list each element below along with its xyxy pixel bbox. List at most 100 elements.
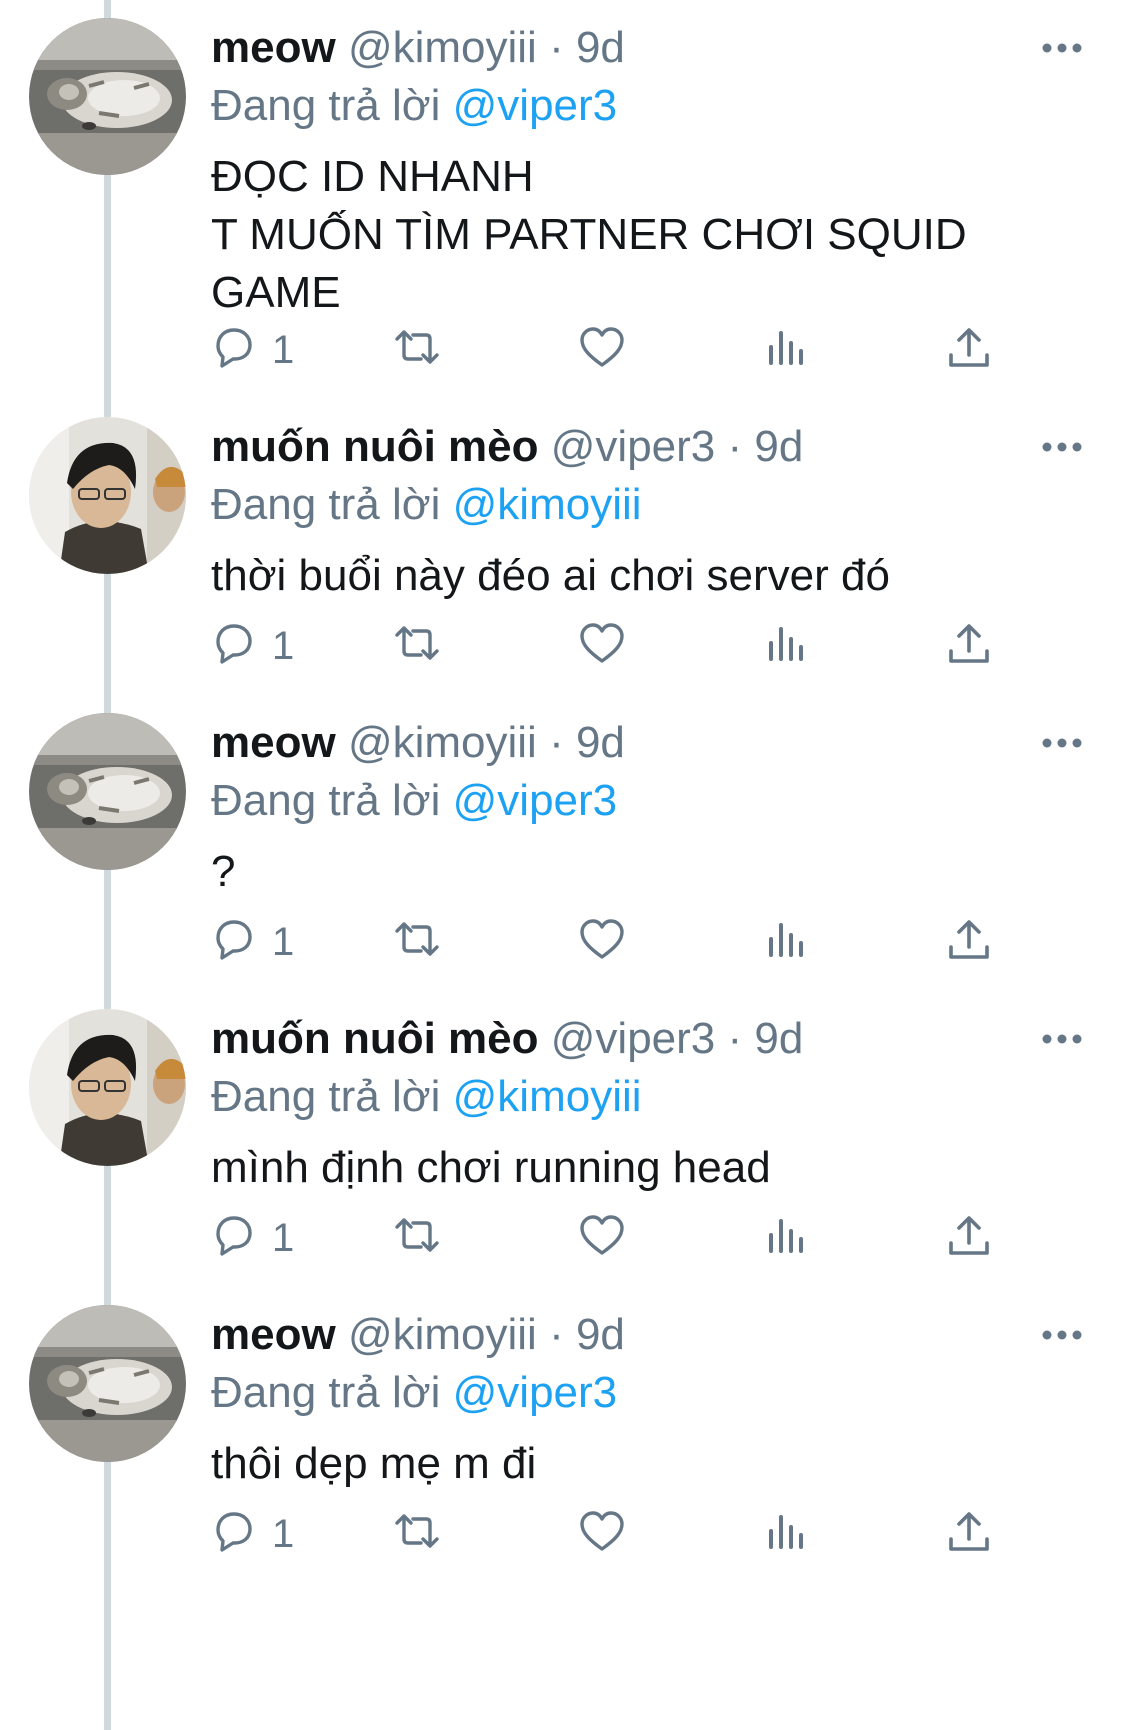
replying-to-label: Đang trả lời	[211, 1368, 441, 1417]
heart-icon	[578, 621, 626, 672]
tweet-text-line: thôi dẹp mẹ m đi	[211, 1439, 537, 1488]
retweet-button[interactable]	[393, 1504, 441, 1564]
separator-dot: ·	[549, 1310, 564, 1359]
tweet-header: meow @kimoyiii · 9d	[211, 18, 625, 78]
share-button[interactable]	[945, 1208, 993, 1268]
reply-button[interactable]: 1	[212, 1208, 294, 1268]
reply-icon	[212, 621, 260, 672]
separator-dot: ·	[727, 1014, 743, 1063]
like-button[interactable]	[578, 320, 626, 380]
more-options-icon[interactable]	[1040, 1025, 1084, 1053]
display-name[interactable]: meow	[211, 23, 336, 72]
username-handle[interactable]: @viper3	[551, 422, 716, 471]
timestamp[interactable]: 9d	[754, 422, 803, 471]
retweet-icon	[393, 1213, 441, 1264]
tweet-text: thời buổi này đéo ai chơi server đó	[211, 547, 1061, 605]
share-button[interactable]	[945, 616, 993, 676]
share-button[interactable]	[945, 912, 993, 972]
share-button[interactable]	[945, 320, 993, 380]
reply-count: 1	[272, 623, 295, 668]
share-icon	[945, 1213, 993, 1264]
share-button[interactable]	[945, 1504, 993, 1564]
display-name[interactable]: meow	[211, 1310, 336, 1359]
share-icon	[945, 1509, 993, 1560]
tweet-text-line: ?	[211, 847, 236, 896]
person-avatar[interactable]	[29, 1009, 186, 1166]
analytics-button[interactable]	[763, 616, 811, 676]
replying-to-label: Đang trả lời	[211, 480, 441, 529]
retweet-button[interactable]	[393, 616, 441, 676]
bar-chart-icon	[763, 1509, 811, 1560]
reply-count: 1	[272, 919, 295, 964]
more-options-icon[interactable]	[1040, 1321, 1084, 1349]
bar-chart-icon	[763, 325, 811, 376]
more-options-icon[interactable]	[1040, 729, 1084, 757]
username-handle[interactable]: @kimoyiii	[348, 1310, 537, 1359]
replying-to-line: Đang trả lời @viper3	[211, 76, 617, 136]
retweet-icon	[393, 621, 441, 672]
timestamp[interactable]: 9d	[576, 23, 625, 72]
retweet-button[interactable]	[393, 1208, 441, 1268]
separator-dot: ·	[549, 23, 564, 72]
replying-to-label: Đang trả lời	[211, 1072, 441, 1121]
share-icon	[945, 621, 993, 672]
analytics-button[interactable]	[763, 912, 811, 972]
reply-count: 1	[272, 327, 295, 372]
bar-chart-icon	[763, 917, 811, 968]
reply-count: 1	[272, 1511, 295, 1556]
display-name[interactable]: meow	[211, 718, 336, 767]
analytics-button[interactable]	[763, 320, 811, 380]
like-button[interactable]	[578, 1504, 626, 1564]
bar-chart-icon	[763, 621, 811, 672]
tweet[interactable]: muốn nuôi mèo @viper3 · 9d Đang trả lời @…	[0, 991, 1125, 1288]
replying-to-handle[interactable]: @viper3	[453, 81, 618, 130]
tweet-text-line: thời buổi này đéo ai chơi server đó	[211, 551, 890, 600]
cat-avatar[interactable]	[29, 713, 186, 870]
tweet-text-line: GAME	[211, 268, 341, 317]
display-name[interactable]: muốn nuôi mèo	[211, 422, 539, 471]
username-handle[interactable]: @kimoyiii	[348, 23, 537, 72]
username-handle[interactable]: @viper3	[551, 1014, 716, 1063]
analytics-button[interactable]	[763, 1208, 811, 1268]
analytics-button[interactable]	[763, 1504, 811, 1564]
tweet[interactable]: muốn nuôi mèo @viper3 · 9d Đang trả lời @…	[0, 399, 1125, 696]
reply-button[interactable]: 1	[212, 320, 294, 380]
replying-to-handle[interactable]: @viper3	[453, 1368, 618, 1417]
replying-to-line: Đang trả lời @viper3	[211, 771, 617, 831]
timestamp[interactable]: 9d	[754, 1014, 803, 1063]
tweet[interactable]: meow @kimoyiii · 9d Đang trả lời @viper3 Đ…	[0, 0, 1125, 400]
retweet-button[interactable]	[393, 912, 441, 972]
replying-to-label: Đang trả lời	[211, 776, 441, 825]
reply-button[interactable]: 1	[212, 616, 294, 676]
tweet-action-bar: 1	[0, 616, 1125, 676]
replying-to-line: Đang trả lời @kimoyiii	[211, 1067, 642, 1127]
like-button[interactable]	[578, 1208, 626, 1268]
like-button[interactable]	[578, 616, 626, 676]
tweet[interactable]: meow @kimoyiii · 9d Đang trả lời @viper3 t…	[0, 1287, 1125, 1584]
username-handle[interactable]: @kimoyiii	[348, 718, 537, 767]
timestamp[interactable]: 9d	[576, 718, 625, 767]
more-options-icon[interactable]	[1040, 34, 1084, 62]
reply-button[interactable]: 1	[212, 912, 294, 972]
replying-to-handle[interactable]: @viper3	[453, 776, 618, 825]
separator-dot: ·	[549, 718, 564, 767]
replying-to-handle[interactable]: @kimoyiii	[453, 480, 642, 529]
replying-to-handle[interactable]: @kimoyiii	[453, 1072, 642, 1121]
display-name[interactable]: muốn nuôi mèo	[211, 1014, 539, 1063]
like-button[interactable]	[578, 912, 626, 972]
tweet-action-bar: 1	[0, 912, 1125, 972]
heart-icon	[578, 325, 626, 376]
retweet-button[interactable]	[393, 320, 441, 380]
timestamp[interactable]: 9d	[576, 1310, 625, 1359]
reply-button[interactable]: 1	[212, 1504, 294, 1564]
more-options-icon[interactable]	[1040, 433, 1084, 461]
replying-to-line: Đang trả lời @kimoyiii	[211, 475, 642, 535]
tweet[interactable]: meow @kimoyiii · 9d Đang trả lời @viper3?…	[0, 695, 1125, 992]
person-avatar[interactable]	[29, 417, 186, 574]
heart-icon	[578, 1509, 626, 1560]
retweet-icon	[393, 1509, 441, 1560]
cat-avatar[interactable]	[29, 1305, 186, 1462]
tweet-text-line: T MUỐN TÌM PARTNER CHƠI SQUID	[211, 210, 967, 259]
share-icon	[945, 917, 993, 968]
cat-avatar[interactable]	[29, 18, 186, 175]
